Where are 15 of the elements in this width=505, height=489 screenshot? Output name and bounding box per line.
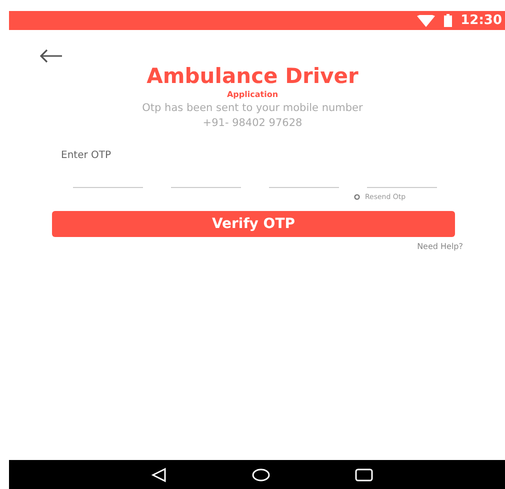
back-arrow-icon[interactable]: [39, 49, 63, 63]
home-circle-icon[interactable]: [252, 468, 270, 482]
app-title: Ambulance Driver: [146, 63, 358, 89]
clock-time: 12:30: [460, 13, 502, 28]
app-subtitle: Application: [226, 89, 278, 101]
timer-icon: [354, 194, 360, 200]
verify-otp-button[interactable]: Verify OTP: [52, 211, 455, 237]
wifi-icon: [416, 14, 435, 26]
otp-sent-message: Otp has been sent to your mobile number: [142, 101, 363, 116]
need-help-link[interactable]: Need Help?: [417, 242, 463, 251]
back-triangle-icon[interactable]: [151, 466, 168, 482]
recents-square-icon[interactable]: [354, 468, 373, 482]
phone-number: +91- 98402 97628: [202, 116, 302, 131]
otp-label: Enter OTP: [61, 150, 112, 161]
battery-icon: [444, 14, 452, 27]
